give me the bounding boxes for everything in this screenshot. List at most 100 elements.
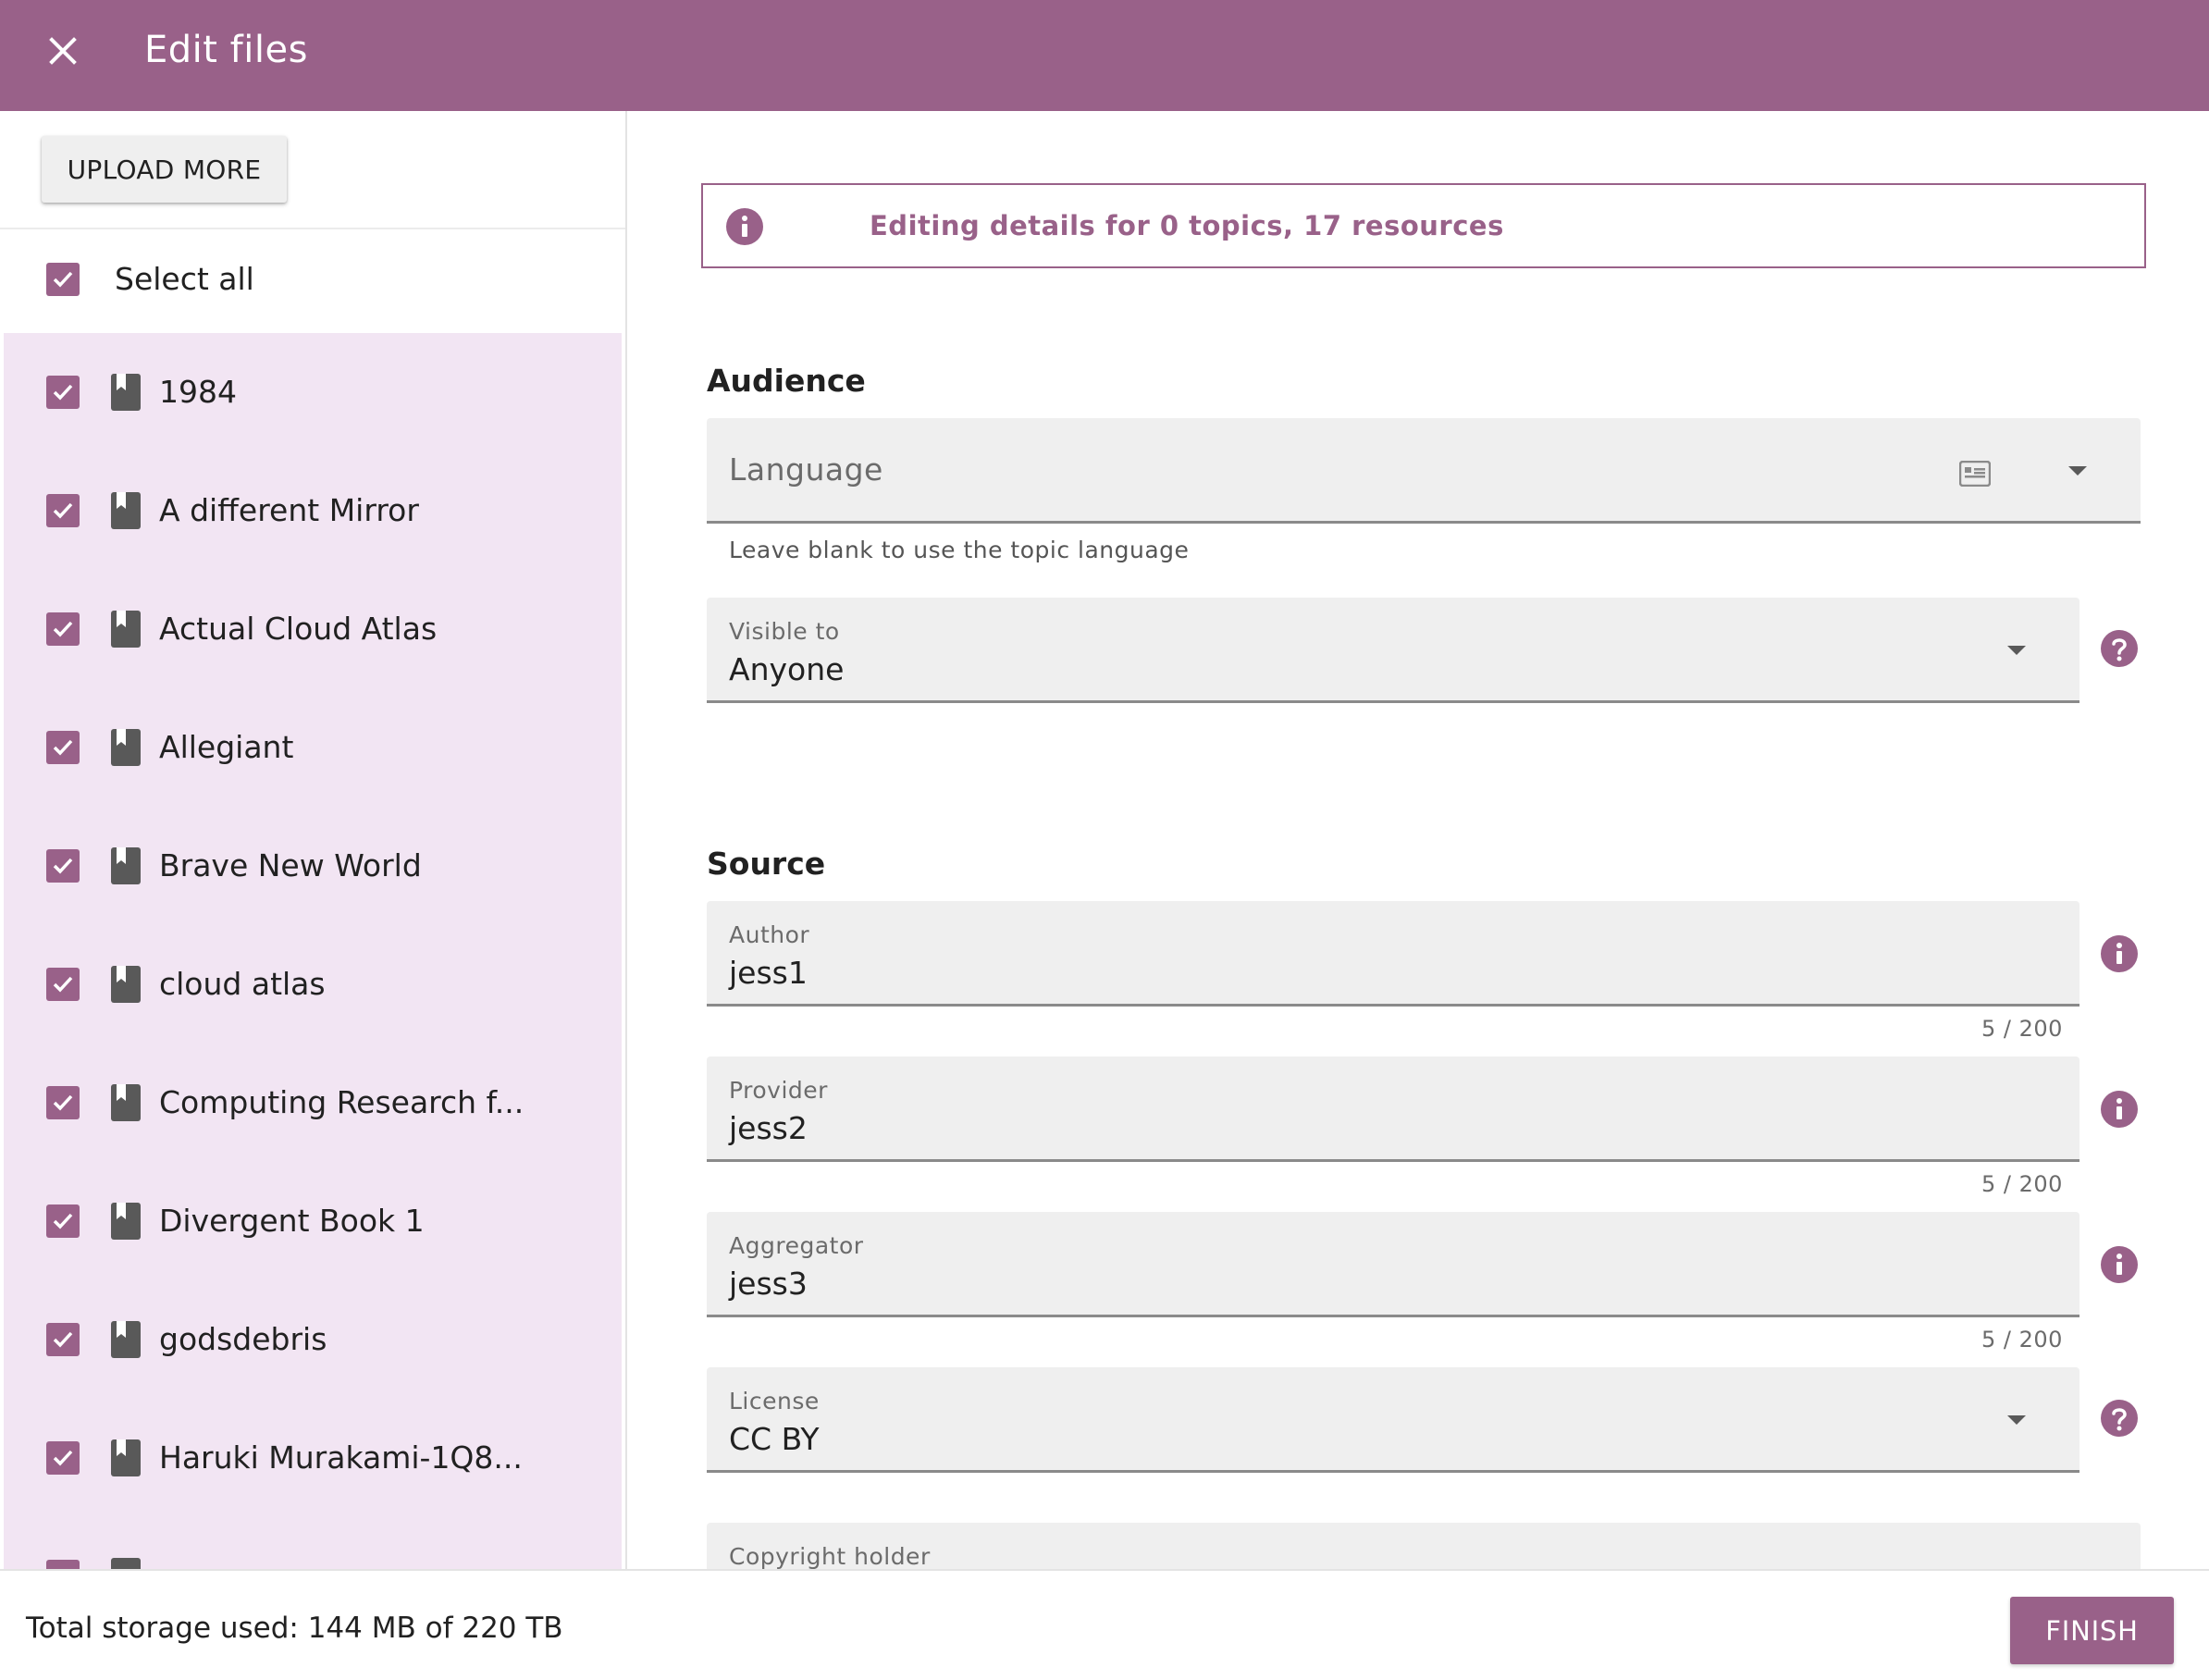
file-item[interactable]: Divergent Book 1 [4,1162,622,1280]
file-item[interactable]: Actual Cloud Atlas [4,570,622,688]
file-checkbox[interactable] [46,968,80,1001]
file-item-label: cloud atlas [159,966,326,1002]
file-checkbox[interactable] [46,1323,80,1356]
file-item-label: godsdebris [159,1321,327,1357]
author-label: Author [729,921,810,948]
author-char-counter: 5 / 200 [1981,1016,2063,1042]
language-select[interactable]: Language [707,418,2141,524]
file-item-label: Haruki Murakami-1Q8... [159,1439,523,1476]
select-all-label: Select all [115,261,254,297]
file-item[interactable]: Allegiant [4,688,622,807]
license-select[interactable]: License CC BY [707,1367,2079,1473]
edit-details-panel: Editing details for 0 topics, 17 resourc… [629,111,2209,1569]
help-icon[interactable] [2100,629,2139,668]
file-checkbox[interactable] [46,731,80,764]
language-help-text: Leave blank to use the topic language [729,537,1190,563]
editing-info-banner: Editing details for 0 topics, 17 resourc… [701,183,2146,268]
provider-char-counter: 5 / 200 [1981,1171,2063,1197]
upload-more-button[interactable]: UPLOAD MORE [42,136,287,203]
checkmark-icon [53,1450,73,1466]
author-field[interactable]: Author jess1 [707,901,2079,1007]
license-label: License [729,1388,820,1414]
file-checkbox[interactable] [46,1086,80,1119]
language-card-icon [1959,461,1991,487]
document-icon [111,1203,141,1240]
close-icon [49,37,77,65]
storage-usage-text: Total storage used: 144 MB of 220 TB [26,1612,563,1645]
checkmark-icon [53,621,73,637]
author-value: jess1 [729,955,808,991]
file-item-label: A different Mirror [159,492,419,528]
file-item[interactable]: godsdebris [4,1280,622,1399]
file-checkbox[interactable] [46,1204,80,1238]
aggregator-value: jess3 [729,1266,808,1302]
file-item-label: Allegiant [159,729,294,765]
copyright-holder-field[interactable]: Copyright holder [707,1523,2141,1569]
source-section-title: Source [707,846,826,882]
checkmark-icon [53,858,73,874]
sidebar-divider [0,228,625,229]
document-icon [111,492,141,529]
file-item[interactable]: cloud atlas [4,925,622,1044]
close-button[interactable] [41,29,85,73]
document-icon [111,847,141,884]
finish-button[interactable]: FINISH [2010,1597,2174,1664]
aggregator-char-counter: 5 / 200 [1981,1327,2063,1353]
file-item-label: Computing Research f... [159,1084,524,1120]
file-item-label: Actual Cloud Atlas [159,611,438,647]
info-icon[interactable] [2100,1245,2139,1284]
help-icon[interactable] [2100,1399,2139,1438]
document-icon [111,729,141,766]
language-placeholder: Language [729,451,883,488]
info-icon[interactable] [2100,1090,2139,1129]
select-all-row[interactable]: Select all [0,246,625,313]
provider-field[interactable]: Provider jess2 [707,1056,2079,1162]
checkmark-icon [53,271,73,288]
app-header: Edit files [0,0,2209,111]
file-item[interactable]: A different Mirror [4,451,622,570]
footer-bar: Total storage used: 144 MB of 220 TB FIN… [0,1569,2209,1680]
checkmark-icon [53,1331,73,1348]
checkmark-icon [53,1213,73,1229]
visible-to-select[interactable]: Visible to Anyone [707,598,2079,703]
file-item-label: 1984 [159,374,237,410]
file-item-partial[interactable] [4,1517,622,1569]
select-all-checkbox[interactable] [46,263,80,296]
document-icon [111,1558,141,1569]
copyright-holder-label: Copyright holder [729,1543,931,1569]
file-checkbox[interactable] [46,1560,80,1569]
document-icon [111,1439,141,1476]
file-checkbox[interactable] [46,1441,80,1475]
document-icon [111,966,141,1003]
license-value: CC BY [729,1421,820,1457]
aggregator-label: Aggregator [729,1232,864,1259]
document-icon [111,1321,141,1358]
chevron-down-icon [2007,646,2026,655]
document-icon [111,1084,141,1121]
checkmark-icon [53,1094,73,1111]
file-list: 1984 A different Mirror Actual Cloud Atl… [4,333,622,1569]
file-sidebar: UPLOAD MORE Select all 1984 A different … [0,111,627,1569]
audience-section-title: Audience [707,363,866,399]
file-checkbox[interactable] [46,612,80,646]
file-checkbox[interactable] [46,849,80,883]
info-icon [726,208,763,245]
checkmark-icon [53,739,73,756]
info-banner-text: Editing details for 0 topics, 17 resourc… [870,210,1504,241]
file-checkbox[interactable] [46,494,80,527]
document-icon [111,611,141,648]
page-title: Edit files [144,29,308,71]
file-item-label: Divergent Book 1 [159,1203,425,1239]
file-item[interactable]: Computing Research f... [4,1044,622,1162]
aggregator-field[interactable]: Aggregator jess3 [707,1212,2079,1317]
checkmark-icon [53,502,73,519]
checkmark-icon [53,384,73,401]
provider-value: jess2 [729,1110,808,1146]
file-item[interactable]: Brave New World [4,807,622,925]
info-icon[interactable] [2100,934,2139,973]
file-checkbox[interactable] [46,376,80,409]
file-item[interactable]: Haruki Murakami-1Q8... [4,1399,622,1517]
file-item-label: Brave New World [159,847,422,883]
checkmark-icon [53,976,73,993]
file-item[interactable]: 1984 [4,333,622,451]
